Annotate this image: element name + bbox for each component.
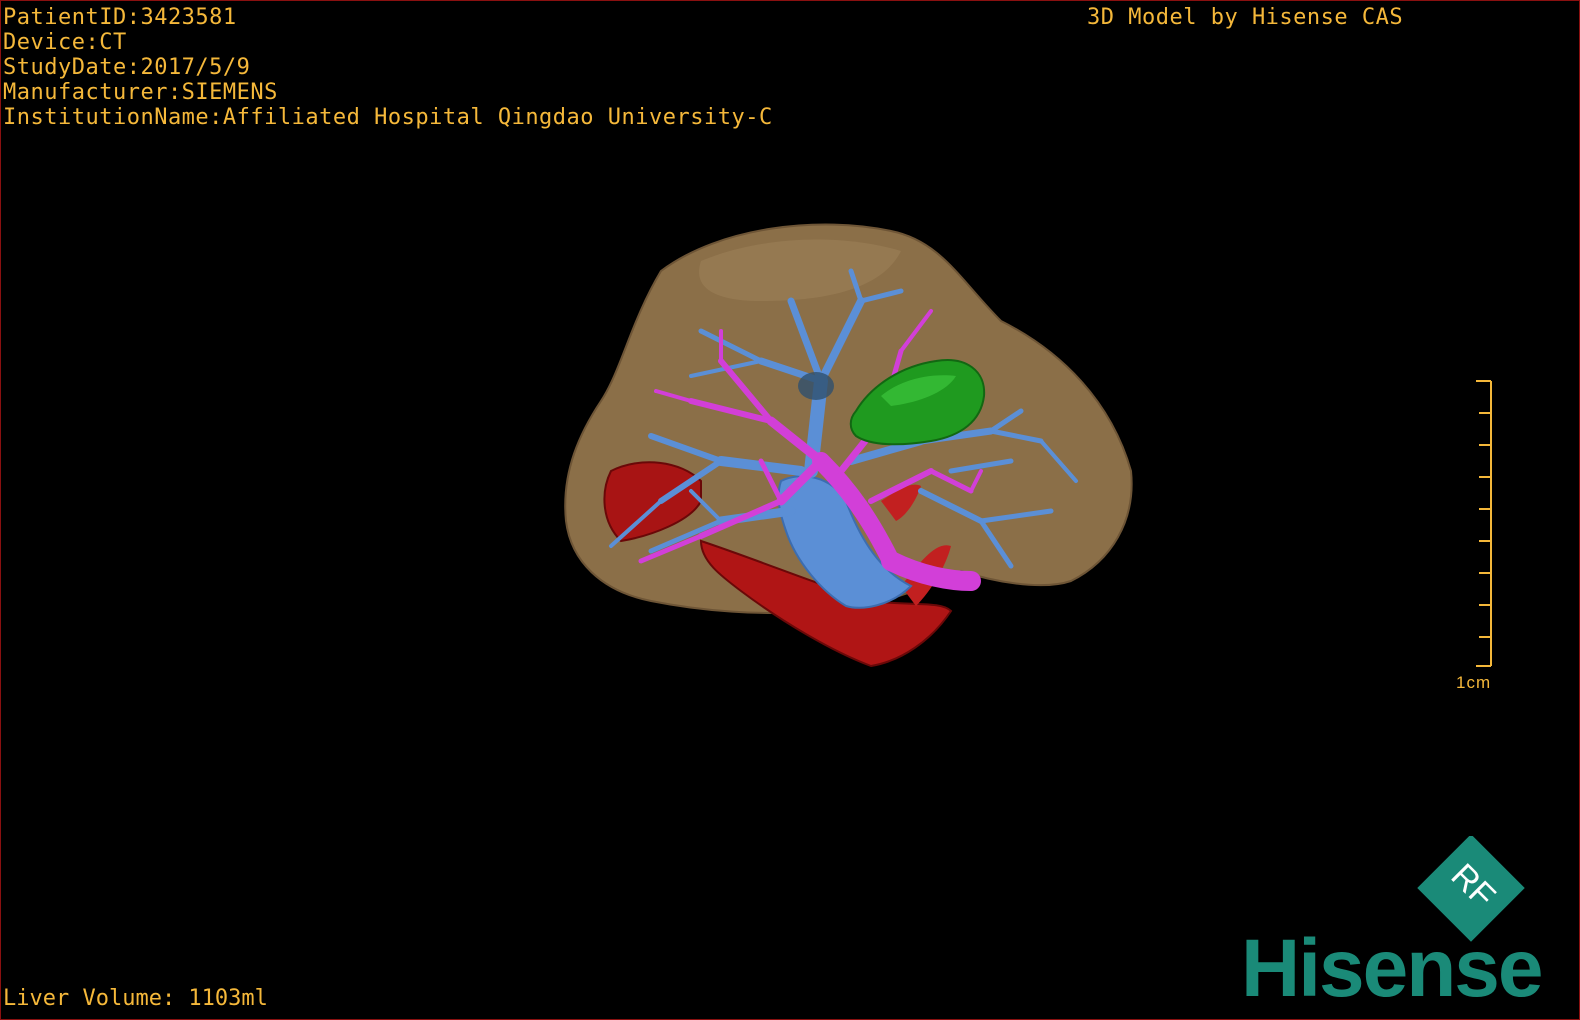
liver-volume-label: Liver Volume: 1103ml [3, 986, 268, 1011]
scale-label: 1cm [1456, 673, 1492, 692]
hisense-logo: RF Hisense [1241, 834, 1576, 1016]
scale-bar [1476, 380, 1492, 667]
3d-viewport[interactable]: PatientID:3423581 Device:CT StudyDate:20… [0, 0, 1580, 1020]
logo-brand-text: Hisense [1241, 923, 1542, 1014]
vessel-junction [798, 372, 834, 400]
